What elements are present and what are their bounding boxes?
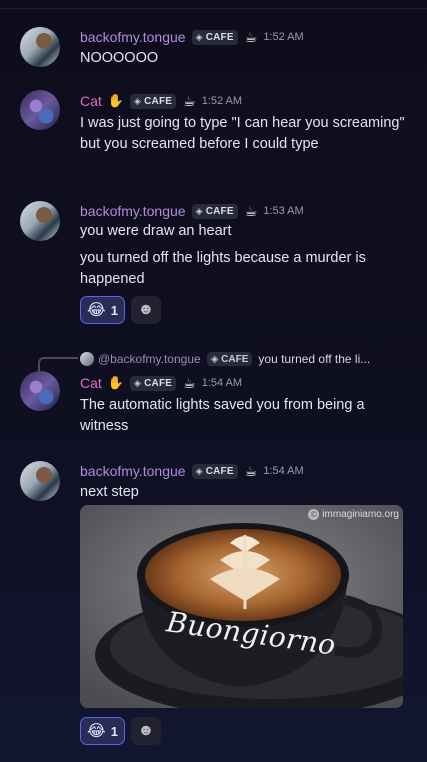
reaction-count: 1 xyxy=(110,723,118,739)
message-text: NOOOOOO xyxy=(80,50,159,66)
watermark: © immaginiamo.org xyxy=(308,509,399,520)
reaction-count: 1 xyxy=(110,302,118,318)
avatar[interactable] xyxy=(20,201,60,241)
timestamp: 1:54 AM xyxy=(263,465,304,477)
tag-label: CAFE xyxy=(144,95,173,107)
message-header: Cat ✋ ◈ CAFE ☕ 1:52 AM xyxy=(80,91,242,111)
server-tag[interactable]: ◈ CAFE xyxy=(191,203,238,219)
reply-preview[interactable]: @backofmy.tongue ◈ CAFE you turned off t… xyxy=(80,350,410,368)
username[interactable]: Cat xyxy=(80,375,102,391)
divider xyxy=(0,8,427,9)
tag-label: CAFE xyxy=(144,377,173,389)
avatar[interactable] xyxy=(20,90,60,130)
coffee-cup-icon: ☕ xyxy=(244,28,258,45)
tag-label: CAFE xyxy=(205,31,234,43)
smiley-add-icon[interactable]: ☻ xyxy=(130,296,161,324)
hand-wave-icon: ✋ xyxy=(107,93,124,108)
message-text: you turned off the lights because a murd… xyxy=(80,250,366,287)
tag-label: CAFE xyxy=(205,465,234,477)
reply-username[interactable]: @backofmy.tongue xyxy=(98,352,201,366)
server-tag[interactable]: ◈ CAFE xyxy=(191,463,238,479)
reaction-button[interactable]: 😂 1 xyxy=(80,296,125,324)
message-text: The automatic lights saved you from bein… xyxy=(80,397,365,434)
diamond-icon: ◈ xyxy=(133,95,142,106)
reactions: 😂 1 ☻ xyxy=(80,717,161,745)
reply-text: you turned off the li... xyxy=(258,352,371,366)
server-tag[interactable]: ◈ CAFE xyxy=(129,93,177,109)
diamond-icon: ◈ xyxy=(133,377,142,388)
message-header: Cat ✋ ◈ CAFE ☕ 1:54 AM xyxy=(80,373,242,393)
username[interactable]: backofmy.tongue xyxy=(80,29,186,45)
diamond-icon: ◈ xyxy=(195,465,203,476)
timestamp: 1:53 AM xyxy=(263,205,304,217)
coffee-cup-icon: ☕ xyxy=(183,92,196,109)
message-header: backofmy.tongue ◈ CAFE ☕ 1:53 AM xyxy=(80,201,304,221)
diamond-icon: ◈ xyxy=(195,205,203,216)
reply-server-tag: ◈ CAFE xyxy=(206,352,253,366)
laughing-emoji-icon: 😂 xyxy=(87,302,106,319)
username[interactable]: Cat xyxy=(80,93,102,109)
username[interactable]: backofmy.tongue xyxy=(80,203,186,219)
coffee-cup-icon: ☕ xyxy=(244,202,258,219)
tag-label: CAFE xyxy=(205,205,234,217)
username[interactable]: backofmy.tongue xyxy=(80,463,186,479)
coffee-cup-photo xyxy=(80,505,403,708)
timestamp: 1:54 AM xyxy=(201,377,243,389)
message-header: backofmy.tongue ◈ CAFE ☕ 1:54 AM xyxy=(80,461,304,481)
reaction-button[interactable]: 😂 1 xyxy=(80,717,125,745)
avatar[interactable] xyxy=(20,27,60,67)
coffee-cup-icon: ☕ xyxy=(183,374,196,391)
diamond-icon: ◈ xyxy=(195,31,203,42)
hand-wave-icon: ✋ xyxy=(107,375,124,390)
server-tag[interactable]: ◈ CAFE xyxy=(129,375,177,391)
timestamp: 1:52 AM xyxy=(263,31,304,43)
laughing-emoji-icon: 😂 xyxy=(87,723,106,740)
watermark-logo-icon: © xyxy=(308,509,320,520)
message-header: backofmy.tongue ◈ CAFE ☕ 1:52 AM xyxy=(80,27,304,47)
attached-image[interactable]: © immaginiamo.org Buongiorno xyxy=(80,505,403,708)
coffee-cup-icon: ☕ xyxy=(244,462,258,479)
message-text: you were draw an heart xyxy=(80,223,232,239)
reply-avatar xyxy=(80,352,94,366)
avatar[interactable] xyxy=(20,371,60,411)
watermark-text: immaginiamo.org xyxy=(322,509,399,520)
diamond-icon: ◈ xyxy=(210,353,222,365)
reactions: 😂 1 ☻ xyxy=(80,296,161,324)
avatar[interactable] xyxy=(20,461,60,501)
message-text: next step xyxy=(80,484,139,500)
reply-tag-label: CAFE xyxy=(221,353,249,365)
message-text: I was just going to type "I can hear you… xyxy=(80,115,405,152)
timestamp: 1:52 AM xyxy=(201,95,243,107)
smiley-add-icon[interactable]: ☻ xyxy=(130,717,161,745)
server-tag[interactable]: ◈ CAFE xyxy=(191,29,238,45)
